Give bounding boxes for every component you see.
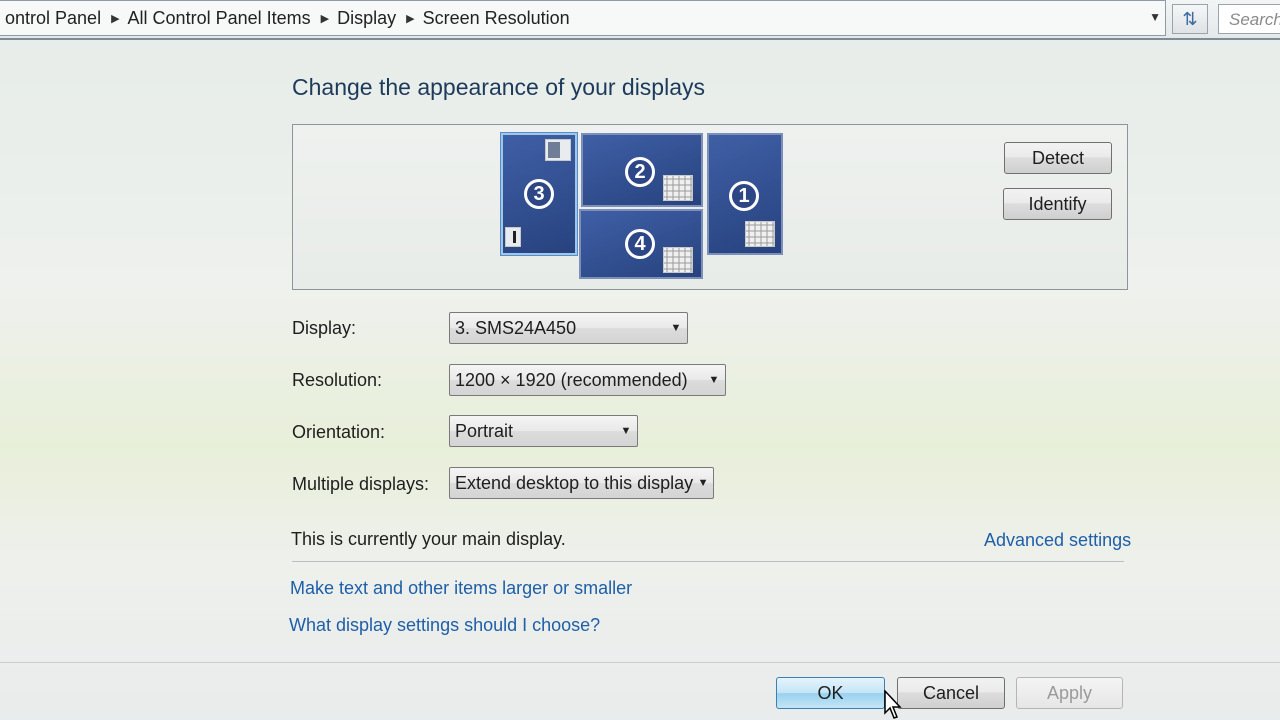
- main-display-status: This is currently your main display.: [291, 529, 566, 549]
- monitor-number-badge: 3: [524, 179, 554, 209]
- chevron-down-icon: ▼: [697, 477, 709, 489]
- monitor-number-badge: 4: [625, 229, 655, 259]
- footer-divider: [0, 662, 1280, 663]
- text-size-link[interactable]: Make text and other items larger or smal…: [290, 578, 632, 599]
- search-input[interactable]: Search: [1218, 4, 1280, 34]
- chevron-down-icon: ▼: [708, 374, 720, 386]
- address-dropdown-icon[interactable]: ▼: [1149, 10, 1161, 24]
- multiple-displays-select[interactable]: Extend desktop to this display ▼: [449, 467, 714, 499]
- resolution-select[interactable]: 1200 × 1920 (recommended) ▼: [449, 364, 726, 396]
- breadcrumb-all-items[interactable]: All Control Panel Items: [120, 8, 321, 29]
- chevron-down-icon: ▼: [670, 322, 682, 334]
- address-bar: ontrol Panel ▶ All Control Panel Items ▶…: [0, 0, 1280, 40]
- breadcrumb-separator-icon[interactable]: ▶: [111, 12, 119, 25]
- advanced-settings-link[interactable]: Advanced settings: [984, 530, 1131, 551]
- monitor-4[interactable]: 4: [579, 209, 703, 279]
- refresh-button[interactable]: ⇅: [1172, 4, 1208, 34]
- identify-button[interactable]: Identify: [1003, 188, 1112, 220]
- multiple-displays-select-value: Extend desktop to this display: [455, 472, 694, 493]
- start-menu-grid-icon: [663, 175, 693, 201]
- taskbar-portrait-icon: [545, 139, 571, 161]
- monitor-number-badge: 2: [625, 157, 655, 187]
- breadcrumb-separator-icon[interactable]: ▶: [406, 12, 414, 25]
- breadcrumb-control-panel[interactable]: ontrol Panel: [0, 8, 111, 29]
- monitor-2[interactable]: 2: [581, 133, 703, 207]
- display-help-link[interactable]: What display settings should I choose?: [289, 615, 600, 636]
- breadcrumb-screen-resolution[interactable]: Screen Resolution: [415, 8, 580, 29]
- orientation-select[interactable]: Portrait ▼: [449, 415, 638, 447]
- cancel-button[interactable]: Cancel: [897, 677, 1005, 709]
- resolution-label: Resolution:: [292, 370, 383, 390]
- refresh-icon: ⇅: [1182, 8, 1198, 29]
- chevron-down-icon: ▼: [620, 425, 632, 437]
- taskbar-marker-icon: [505, 227, 521, 247]
- mouse-pointer-icon: [884, 690, 902, 719]
- divider: [292, 561, 1124, 562]
- orientation-select-value: Portrait: [455, 420, 514, 441]
- display-label: Display:: [292, 318, 357, 338]
- monitor-1[interactable]: 1: [707, 133, 783, 255]
- breadcrumb-separator-icon[interactable]: ▶: [321, 12, 329, 25]
- page-title: Change the appearance of your displays: [292, 74, 706, 100]
- display-select[interactable]: 3. SMS24A450 ▼: [449, 312, 688, 344]
- ok-button[interactable]: OK: [776, 677, 885, 709]
- apply-button[interactable]: Apply: [1016, 677, 1123, 709]
- monitor-3[interactable]: 3: [501, 133, 577, 255]
- breadcrumb[interactable]: ontrol Panel ▶ All Control Panel Items ▶…: [0, 0, 1166, 36]
- monitor-number-badge: 1: [729, 181, 759, 211]
- orientation-label: Orientation:: [292, 422, 386, 442]
- breadcrumb-display[interactable]: Display: [329, 8, 406, 29]
- display-select-value: 3. SMS24A450: [455, 317, 577, 338]
- resolution-select-value: 1200 × 1920 (recommended): [455, 369, 688, 390]
- start-menu-grid-icon: [745, 221, 775, 247]
- start-menu-grid-icon: [663, 247, 693, 273]
- monitor-arrangement-area[interactable]: 3 2 4 1 Detect Identify: [292, 124, 1128, 290]
- multiple-displays-label: Multiple displays:: [292, 474, 430, 494]
- detect-button[interactable]: Detect: [1004, 142, 1112, 174]
